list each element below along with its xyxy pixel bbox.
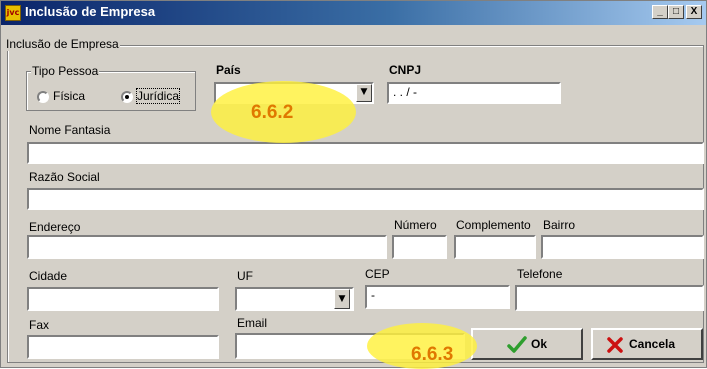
nome-fantasia-label: Nome Fantasia	[29, 123, 111, 137]
title-bar[interactable]: jvc Inclusão de Empresa _ □ X	[1, 1, 706, 25]
bairro-label: Bairro	[543, 218, 576, 232]
cep-input[interactable]: -	[365, 285, 510, 309]
app-icon: jvc	[5, 5, 21, 21]
numero-input[interactable]	[392, 235, 447, 259]
tipo-pessoa-title: Tipo Pessoa	[31, 64, 100, 78]
radio-fisica-label: Física	[53, 89, 86, 103]
email-label: Email	[237, 316, 268, 330]
empresa-group-title: Inclusão de Empresa	[5, 37, 120, 51]
cancela-button[interactable]: Cancela	[591, 328, 703, 360]
radio-juridica[interactable]	[121, 91, 133, 103]
ok-button-label: Ok	[531, 337, 548, 351]
pais-dropdown-button[interactable]: ▼	[356, 84, 372, 102]
x-icon	[607, 337, 623, 353]
nome-fantasia-input[interactable]	[27, 142, 704, 164]
close-button[interactable]: X	[686, 5, 702, 19]
pais-label: País	[216, 63, 241, 77]
telefone-label: Telefone	[517, 267, 563, 281]
uf-dropdown-button[interactable]: ▼	[334, 289, 350, 309]
complemento-label: Complemento	[456, 218, 531, 232]
endereco-input[interactable]	[27, 235, 387, 259]
maximize-button[interactable]: □	[668, 5, 684, 19]
dialog-window: jvc Inclusão de Empresa _ □ X Inclusão d…	[0, 0, 707, 369]
telefone-input[interactable]	[515, 285, 704, 311]
minimize-button[interactable]: _	[652, 5, 668, 19]
cep-label: CEP	[365, 267, 390, 281]
checkmark-icon	[507, 336, 527, 353]
cancela-button-label: Cancela	[629, 337, 676, 351]
fax-input[interactable]	[27, 335, 219, 359]
annotation-label-1: 6.6.2	[251, 102, 294, 123]
uf-label: UF	[237, 269, 253, 283]
razao-social-input[interactable]	[27, 188, 704, 210]
bairro-input[interactable]	[541, 235, 704, 259]
radio-selected-dot	[125, 95, 129, 99]
cnpj-input[interactable]: . . / -	[387, 82, 561, 104]
cidade-label: Cidade	[29, 269, 68, 283]
radio-fisica[interactable]	[37, 91, 49, 103]
window-title: Inclusão de Empresa	[25, 4, 156, 19]
complemento-input[interactable]	[454, 235, 536, 259]
annotation-label-2: 6.6.3	[411, 344, 454, 365]
cnpj-label: CNPJ	[389, 63, 422, 77]
endereco-label: Endereço	[29, 220, 81, 234]
fax-label: Fax	[29, 318, 50, 332]
radio-juridica-label: Jurídica	[135, 88, 181, 104]
numero-label: Número	[394, 218, 437, 232]
ok-button[interactable]: Ok	[471, 328, 583, 360]
razao-social-label: Razão Social	[29, 170, 100, 184]
cidade-input[interactable]	[27, 287, 219, 311]
